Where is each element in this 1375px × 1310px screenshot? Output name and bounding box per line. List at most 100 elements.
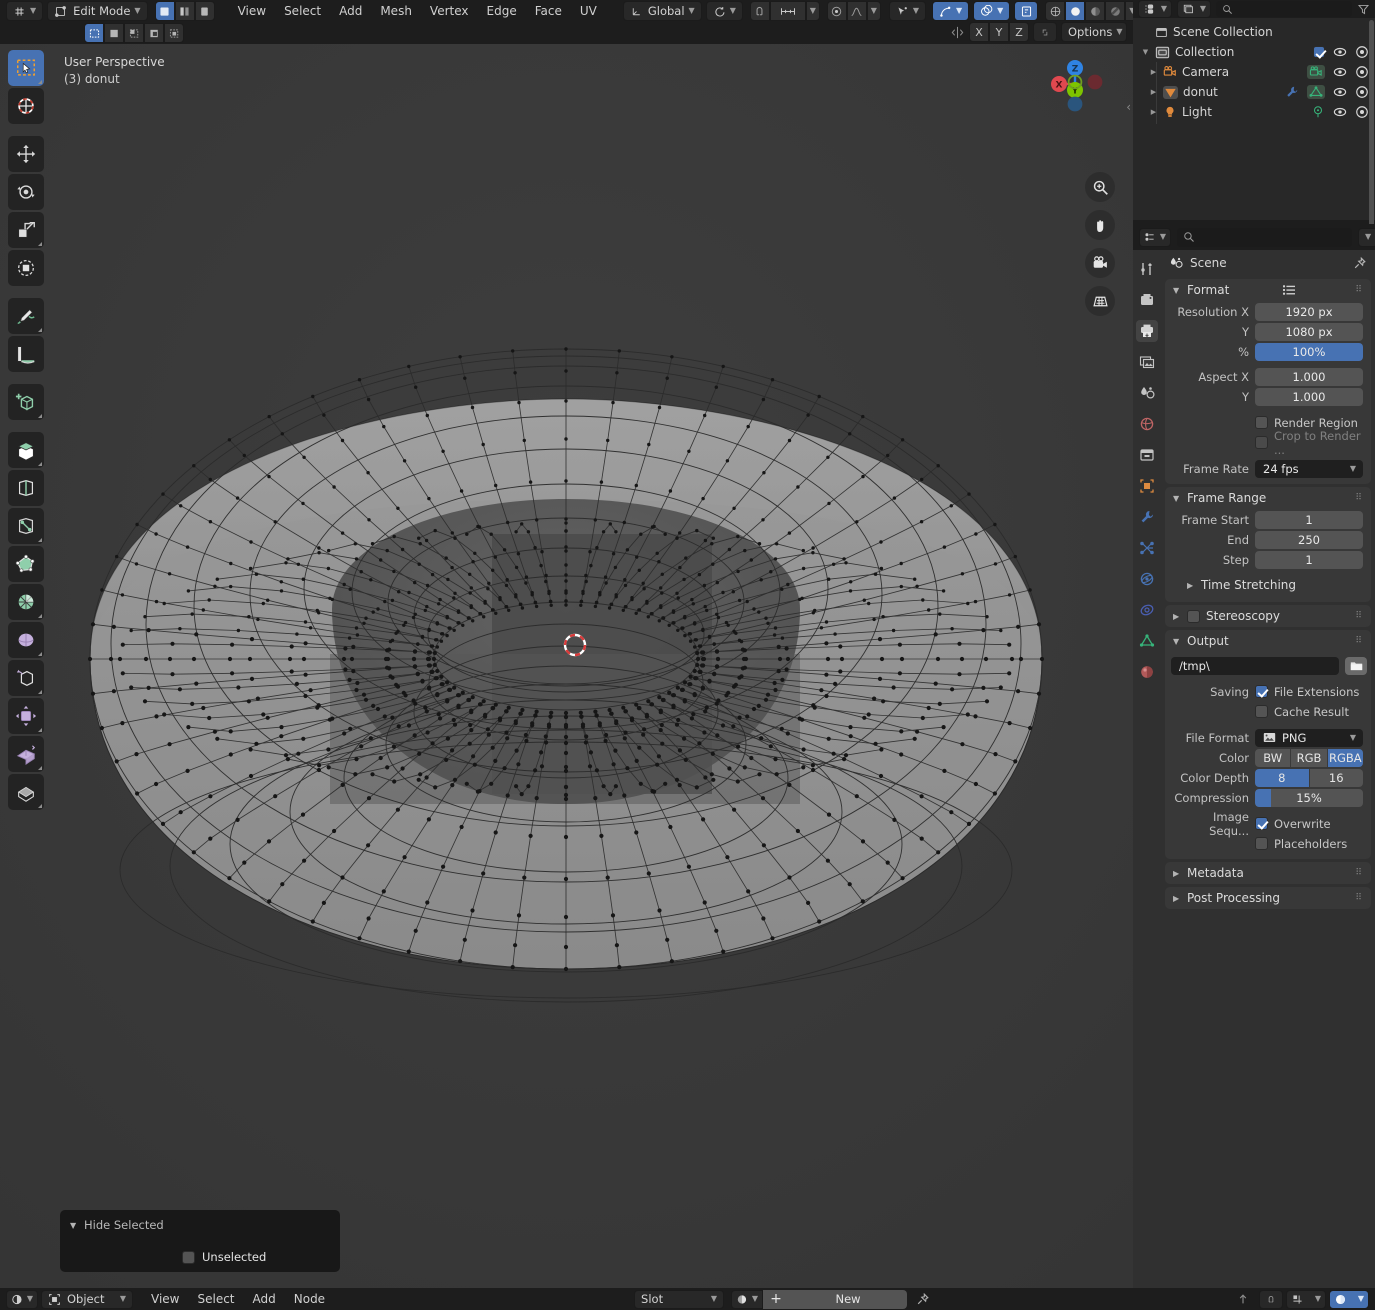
frame-step-field[interactable]: 1 (1255, 550, 1363, 569)
frame-start-field[interactable]: 1 (1255, 510, 1363, 529)
eye-icon[interactable] (1333, 45, 1347, 59)
add-cube-tool[interactable] (8, 384, 44, 420)
stereoscopy-checkbox[interactable] (1187, 609, 1200, 623)
drag-handle-icon[interactable]: ⠿ (1355, 894, 1363, 903)
color-bw-option[interactable]: BW (1255, 748, 1292, 767)
frame-rate-dropdown[interactable]: 24 fps ▼ (1255, 459, 1363, 478)
chevron-down-icon[interactable]: ▼ (1173, 286, 1181, 295)
select-subtract-icon[interactable] (124, 23, 144, 43)
snap-node-element-selector[interactable]: ▼ (1286, 1289, 1327, 1309)
operator-redo-panel[interactable]: ▼ Hide Selected Unselected (60, 1210, 340, 1272)
unselected-checkbox[interactable] (182, 1250, 195, 1264)
scale-tool[interactable] (8, 212, 44, 248)
snapping-group[interactable]: ▼ (749, 1, 820, 21)
mirror-y-toggle[interactable]: Y (989, 22, 1009, 42)
drag-handle-icon[interactable]: ⠿ (1355, 637, 1363, 646)
pin-icon[interactable] (1353, 256, 1367, 270)
color-rgba-option[interactable]: RGBA (1327, 748, 1363, 767)
parent-node-tree-icon[interactable] (1236, 1292, 1250, 1306)
output-path-row[interactable]: /tmp\ (1171, 656, 1367, 675)
menu-node[interactable]: Node (285, 1289, 334, 1309)
tab-object-icon[interactable] (1136, 475, 1158, 497)
shader-type-selector[interactable]: Object ▼ (41, 1289, 133, 1309)
chevron-right-icon[interactable]: ▶ (1187, 581, 1195, 590)
menu-face[interactable]: Face (526, 1, 571, 21)
image-sequence-row[interactable]: Image Sequ... Overwrite (1171, 810, 1363, 838)
resolution-y-row[interactable]: Y 1080 px (1171, 322, 1363, 341)
zoom-icon[interactable] (1085, 172, 1115, 202)
tab-tool-icon[interactable] (1136, 258, 1158, 280)
tab-output-icon[interactable] (1136, 320, 1158, 342)
panel-post-processing[interactable]: ▶ Post Processing ⠿ (1165, 887, 1371, 909)
outliner-row-collection[interactable]: ▼ Collection (1133, 42, 1375, 62)
falloff-curve-icon[interactable] (846, 1, 867, 21)
mirror-x-icon[interactable] (950, 25, 965, 40)
saving-row[interactable]: Saving File Extensions (1171, 682, 1363, 701)
outliner-scrollbar[interactable] (1369, 20, 1374, 230)
vertex-select-icon[interactable] (154, 1, 175, 21)
eye-icon[interactable] (1333, 105, 1347, 119)
poly-build-tool[interactable] (8, 622, 44, 658)
compression-row[interactable]: Compression 15% (1171, 788, 1363, 807)
camera-data-icon[interactable] (1307, 65, 1325, 79)
resolution-percent-row[interactable]: % 100% (1171, 342, 1363, 361)
crop-to-render-checkbox[interactable] (1255, 436, 1268, 449)
tab-constraints-icon[interactable] (1136, 599, 1158, 621)
outliner-row-donut[interactable]: ▶ donut (1133, 82, 1375, 102)
toggle-perspective-icon[interactable] (1085, 286, 1115, 316)
chevron-right-icon[interactable]: ▶ (1173, 612, 1181, 621)
file-extensions-checkbox[interactable] (1255, 685, 1268, 698)
new-material-button[interactable]: New (789, 1289, 908, 1309)
select-box-icon[interactable] (84, 23, 104, 43)
outliner-row-camera[interactable]: ▶ Camera (1133, 62, 1375, 82)
properties-editor[interactable]: ▼ ▼ Scene ▼ Format ⠿ Resolution X 1920 p… (1133, 224, 1375, 1288)
rendered-shading-icon[interactable] (1105, 1, 1126, 21)
select-extend-icon[interactable] (104, 23, 124, 43)
panel-frame-range-header[interactable]: ▼ Frame Range ⠿ (1165, 487, 1371, 509)
crop-to-render-row[interactable]: Crop to Render ... (1171, 429, 1363, 457)
chevron-down-icon[interactable]: ▼ (1173, 494, 1181, 503)
camera-render-icon[interactable] (1355, 85, 1369, 99)
outliner-row-scene-collection[interactable]: Scene Collection (1133, 22, 1375, 42)
chevron-right-icon[interactable]: ▶ (1173, 894, 1179, 903)
pan-hand-icon[interactable] (1085, 210, 1115, 240)
outliner-search-input[interactable] (1216, 1, 1352, 17)
resolution-x-row[interactable]: Resolution X 1920 px (1171, 302, 1363, 321)
spin-tool[interactable] (8, 660, 44, 696)
show-gizmo-toggle[interactable]: ▼ (932, 1, 970, 21)
panel-frame-range[interactable]: ▼ Frame Range ⠿ Frame Start 1 End 250 St… (1165, 487, 1371, 602)
tweak-select-box-tool[interactable] (8, 50, 44, 86)
panel-format[interactable]: ▼ Format ⠿ Resolution X 1920 px Y 1080 p… (1165, 279, 1371, 484)
aspect-x-field[interactable]: 1.000 (1255, 367, 1363, 386)
visibility-selector[interactable]: ▼ (888, 1, 926, 21)
color-depth-row[interactable]: Color Depth 8 16 (1171, 768, 1363, 787)
chevron-right-icon[interactable]: ▶ (1173, 869, 1181, 878)
show-overlays-toggle[interactable]: ▼ (973, 1, 1011, 21)
menu-vertex[interactable]: Vertex (421, 1, 478, 21)
color-mode-group[interactable]: BW RGB RGBA (1255, 748, 1363, 767)
3d-viewport[interactable]: User Perspective (3) donut ‹ Z X Y ▼ Hid… (0, 44, 1133, 1288)
folder-browse-icon[interactable] (1345, 656, 1367, 675)
eye-icon[interactable] (1333, 85, 1347, 99)
menu-add[interactable]: Add (244, 1289, 285, 1309)
camera-view-icon[interactable] (1085, 248, 1115, 278)
menu-view[interactable]: View (229, 1, 275, 21)
navigation-gizmo[interactable]: Z X Y (1041, 52, 1111, 122)
outliner-editor-type[interactable]: ▼ (1138, 0, 1172, 18)
menu-uv[interactable]: UV (571, 1, 606, 21)
camera-render-icon[interactable] (1355, 45, 1369, 59)
pivot-point-selector[interactable]: ▼ (705, 1, 743, 21)
panel-post-processing-header[interactable]: ▶ Post Processing ⠿ (1165, 887, 1371, 909)
panel-format-header[interactable]: ▼ Format ⠿ (1165, 279, 1371, 301)
snap-magnet-icon[interactable] (1259, 1289, 1284, 1309)
rotate-tool[interactable] (8, 174, 44, 210)
extrude-region-tool[interactable] (8, 432, 44, 468)
cursor-tool[interactable] (8, 88, 44, 124)
tab-data-icon[interactable] (1136, 630, 1158, 652)
collection-exclude-checkbox[interactable] (1313, 46, 1325, 58)
panel-stereoscopy-header[interactable]: ▶ Stereoscopy ⠿ (1165, 605, 1371, 627)
drag-handle-icon[interactable]: ⠿ (1355, 286, 1363, 295)
smooth-tool[interactable] (8, 698, 44, 734)
properties-editor-type[interactable]: ▼ (1139, 227, 1171, 247)
placeholders-checkbox[interactable] (1255, 837, 1268, 850)
